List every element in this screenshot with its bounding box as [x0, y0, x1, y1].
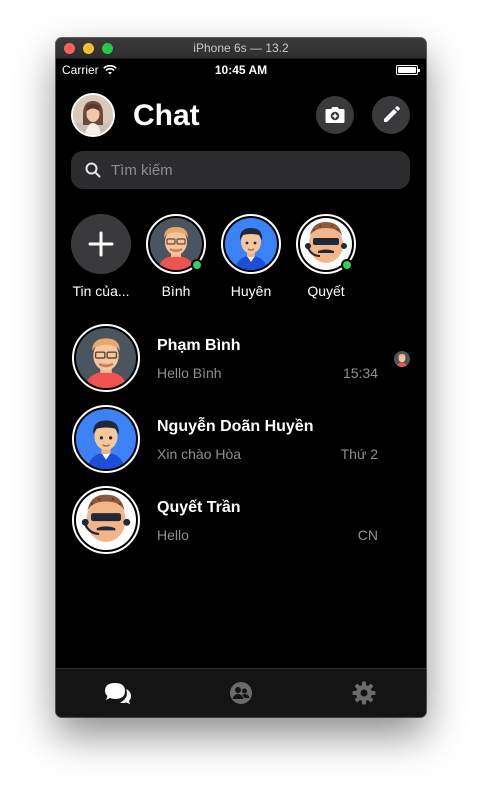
avatar-binh: [76, 328, 136, 388]
conversation-preview: Hello Bình: [157, 365, 222, 381]
conversation-preview: Xin chào Hòa: [157, 446, 242, 462]
camera-icon: [325, 107, 345, 123]
avatar-huyen: [76, 409, 136, 469]
search-input[interactable]: [111, 161, 391, 179]
window-title: iPhone 6s — 13.2: [193, 41, 289, 55]
conversation-avatar[interactable]: [72, 405, 140, 473]
gear-icon: [352, 681, 376, 705]
page-title: Chat: [133, 99, 200, 132]
profile-avatar[interactable]: [71, 93, 115, 137]
story-quyet[interactable]: Quyết: [288, 214, 364, 299]
conversation-time: CN: [357, 527, 378, 543]
add-story-button[interactable]: [71, 214, 131, 274]
story-huyen[interactable]: Huyên: [213, 214, 289, 299]
tab-settings[interactable]: [303, 669, 426, 717]
online-indicator: [191, 259, 203, 271]
conversation-row[interactable]: Phạm Bình Hello Bình 15:34: [56, 324, 426, 405]
conversation-preview: Hello: [157, 527, 189, 543]
compose-button[interactable]: [372, 96, 410, 134]
status-bar: Carrier 10:45 AM: [56, 59, 426, 81]
conversation-avatar[interactable]: [72, 324, 140, 392]
status-time: 10:45 AM: [214, 63, 268, 77]
story-label: Quyết: [307, 283, 345, 299]
stories-row: Tin của... Bình Huyên Quyết: [56, 214, 426, 304]
story-label: Tin của...: [72, 283, 130, 299]
conversation-row[interactable]: Quyết Trần Hello CN: [56, 486, 426, 567]
tab-bar: [56, 668, 426, 717]
conversation-name: Quyết Trần: [157, 499, 241, 516]
plus-icon: [88, 231, 114, 257]
chat-header: Chat: [56, 93, 426, 137]
search-icon: [85, 162, 101, 178]
story-avatar[interactable]: [296, 214, 356, 274]
people-icon: [229, 682, 252, 704]
conversation-name: Nguyễn Doãn Huyền: [157, 418, 314, 435]
story-binh[interactable]: Bình: [138, 214, 214, 299]
battery-icon: [396, 65, 420, 75]
story-label: Huyên: [230, 283, 272, 299]
simulator-window: iPhone 6s — 13.2 Carrier 10:45 AM Chat T…: [56, 38, 426, 717]
conversation-time: 15:34: [342, 365, 378, 381]
chat-bubbles-icon: [104, 683, 131, 704]
conversation-avatar[interactable]: [72, 486, 140, 554]
story-add[interactable]: Tin của...: [63, 214, 139, 299]
story-label: Bình: [161, 283, 191, 299]
window-titlebar: iPhone 6s — 13.2: [56, 38, 426, 59]
conversation-row[interactable]: Nguyễn Doãn Huyền Xin chào Hòa Thứ 2: [56, 405, 426, 486]
avatar-huyen: [225, 218, 277, 270]
conversation-list: Phạm Bình Hello Bình 15:34 Nguyễn Doãn H…: [56, 324, 426, 567]
seen-indicator: [394, 351, 410, 367]
avatar-quyet: [76, 490, 136, 550]
search-bar[interactable]: [71, 151, 410, 189]
phone-screen: Carrier 10:45 AM Chat Tìm kiếm Tin của..…: [56, 59, 426, 717]
online-indicator: [341, 259, 353, 271]
story-avatar[interactable]: [146, 214, 206, 274]
tab-chats[interactable]: [56, 669, 179, 717]
conversation-name: Phạm Bình: [157, 337, 241, 354]
story-avatar[interactable]: [221, 214, 281, 274]
conversation-time: Thứ 2: [340, 446, 378, 462]
camera-button[interactable]: [316, 96, 354, 134]
pencil-icon: [384, 106, 400, 122]
tab-people[interactable]: [179, 669, 302, 717]
